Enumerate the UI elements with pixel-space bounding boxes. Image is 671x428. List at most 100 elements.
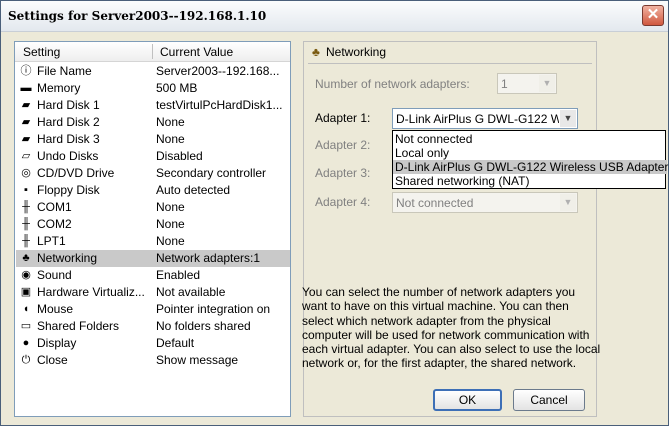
row-setting-name: Hardware Virtualiz... [37, 285, 145, 299]
close-button[interactable]: ✕ [642, 5, 664, 26]
num-adapters-value: 1 [501, 77, 508, 91]
com-port-icon: ╫ [22, 201, 30, 213]
row-current-value: Pointer integration on [156, 302, 271, 316]
info-icon: ⓘ [20, 65, 32, 77]
adapter-4-value: Not connected [396, 196, 474, 210]
row-setting-name: Sound [37, 268, 72, 282]
list-row-networking[interactable]: ♣ Networking Network adapters:1 [16, 250, 290, 267]
row-current-value: None [156, 217, 185, 231]
row-setting-name: Memory [37, 81, 81, 95]
column-divider[interactable] [152, 44, 153, 59]
list-row-floppy-disk[interactable]: ▪ Floppy Disk Auto detected [16, 182, 290, 199]
list-row-mouse[interactable]: ◖ Mouse Pointer integration on [16, 301, 290, 318]
sound-icon: ◉ [21, 269, 31, 281]
ok-button[interactable]: OK [433, 389, 502, 411]
list-row-lpt1[interactable]: ╫ LPT1 None [16, 233, 290, 250]
adapter-1-label: Adapter 1: [315, 111, 371, 125]
list-row-sound[interactable]: ◉ Sound Enabled [16, 267, 290, 284]
row-current-value: Auto detected [156, 183, 231, 197]
network-icon: ♣ [312, 45, 320, 59]
chevron-down-icon: ▼ [560, 194, 576, 211]
settings-dialog: Settings for Server2003--192.168.1.10 ✕ … [0, 0, 669, 426]
list-row-memory[interactable]: ▬ Memory 500 MB [16, 80, 290, 97]
row-setting-name: COM1 [37, 200, 72, 214]
list-row-com1[interactable]: ╫ COM1 None [16, 199, 290, 216]
column-header-value[interactable]: Current Value [160, 45, 233, 59]
list-header: Setting Current Value [15, 42, 290, 62]
adapter-1-value: D-Link AirPlus G DWL-G122 Wireless USB A… [396, 112, 559, 126]
adapter-4-label: Adapter 4: [315, 195, 371, 209]
dropdown-option-dlink-adapter[interactable]: D-Link AirPlus G DWL-G122 Wireless USB A… [393, 160, 668, 174]
row-current-value: 500 MB [156, 81, 198, 95]
row-setting-name: Undo Disks [37, 149, 99, 163]
com-port-icon: ╫ [22, 218, 30, 230]
list-row-hardware-virtualiz[interactable]: ▣ Hardware Virtualiz... Not available [16, 284, 290, 301]
row-setting-name: LPT1 [37, 234, 66, 248]
row-current-value: Default [156, 336, 195, 350]
cancel-button[interactable]: Cancel [513, 389, 585, 411]
close-action-icon: ⏻ [21, 354, 31, 366]
folder-icon: ▭ [20, 320, 32, 332]
row-setting-name: Mouse [37, 302, 74, 316]
row-setting-name: Hard Disk 1 [37, 98, 100, 112]
adapter-2-label: Adapter 2: [315, 138, 371, 152]
row-current-value: None [156, 200, 185, 214]
row-current-value: Disabled [156, 149, 203, 163]
num-adapters-select[interactable]: 1 ▼ [497, 73, 557, 94]
list-row-hard-disk-3[interactable]: ▰ Hard Disk 3 None [16, 131, 290, 148]
row-setting-name: Hard Disk 3 [37, 132, 100, 146]
row-current-value: testVirtulPcHardDisk1... [156, 98, 283, 112]
list-row-hard-disk-2[interactable]: ▰ Hard Disk 2 None [16, 114, 290, 131]
help-text: You can select the number of network ada… [302, 285, 601, 371]
list-row-display[interactable]: ● Display Default [16, 335, 290, 352]
network-icon: ♣ [22, 252, 30, 264]
adapter-1-select[interactable]: D-Link AirPlus G DWL-G122 Wireless USB A… [392, 108, 578, 129]
row-current-value: None [156, 234, 185, 248]
hard-disk-icon: ▰ [21, 133, 31, 145]
close-icon: ✕ [646, 6, 660, 23]
column-header-setting[interactable]: Setting [23, 45, 60, 59]
memory-icon: ▬ [20, 82, 32, 94]
list-row-com2[interactable]: ╫ COM2 None [16, 216, 290, 233]
list-row-cd-dvd-drive[interactable]: ◎ CD/DVD Drive Secondary controller [16, 165, 290, 182]
chevron-down-icon: ▼ [560, 110, 576, 127]
row-current-value: Show message [156, 353, 239, 367]
row-setting-name: File Name [37, 64, 92, 78]
row-current-value: Secondary controller [156, 166, 267, 180]
row-current-value: Enabled [156, 268, 201, 282]
row-current-value: Server2003--192.168... [156, 64, 280, 78]
row-setting-name: Networking [37, 251, 98, 265]
panel-divider [308, 63, 592, 64]
num-adapters-label: Number of network adapters: [315, 77, 470, 91]
row-setting-name: COM2 [37, 217, 72, 231]
list-row-undo-disks[interactable]: ▱ Undo Disks Disabled [16, 148, 290, 165]
list-row-shared-folders[interactable]: ▭ Shared Folders No folders shared [16, 318, 290, 335]
adapter-1-dropdown-list[interactable]: Not connected Local only D-Link AirPlus … [392, 130, 668, 189]
lpt-port-icon: ╫ [22, 235, 30, 247]
hardware-icon: ▣ [20, 286, 32, 298]
dropdown-option-not-connected[interactable]: Not connected [393, 132, 667, 146]
row-setting-name: Display [37, 336, 77, 350]
dropdown-option-shared-nat[interactable]: Shared networking (NAT) [393, 174, 667, 188]
row-setting-name: Close [37, 353, 68, 367]
undo-disk-icon: ▱ [21, 150, 31, 162]
hard-disk-icon: ▰ [21, 116, 31, 128]
list-row-close[interactable]: ⏻ Close Show message [16, 352, 290, 369]
row-setting-name: CD/DVD Drive [37, 166, 115, 180]
display-icon: ● [22, 337, 30, 349]
floppy-icon: ▪ [24, 184, 28, 196]
settings-list[interactable]: Setting Current Value ⓘ File Name Server20… [14, 41, 291, 417]
title-bar: Settings for Server2003--192.168.1.10 ✕ [1, 1, 668, 32]
row-current-value: None [156, 132, 185, 146]
row-setting-name: Hard Disk 2 [37, 115, 100, 129]
row-current-value: None [156, 115, 185, 129]
list-row-file-name[interactable]: ⓘ File Name Server2003--192.168... [16, 63, 290, 80]
list-row-hard-disk-1[interactable]: ▰ Hard Disk 1 testVirtulPcHardDisk1... [16, 97, 290, 114]
panel-title: ♣ Networking [312, 45, 386, 59]
row-current-value: Network adapters:1 [156, 251, 261, 265]
adapter-4-select[interactable]: Not connected ▼ [392, 192, 578, 213]
row-current-value: Not available [156, 285, 226, 299]
adapter-3-label: Adapter 3: [315, 166, 371, 180]
dropdown-option-local-only[interactable]: Local only [393, 146, 667, 160]
window-title: Settings for Server2003--192.168.1.10 [8, 9, 267, 23]
